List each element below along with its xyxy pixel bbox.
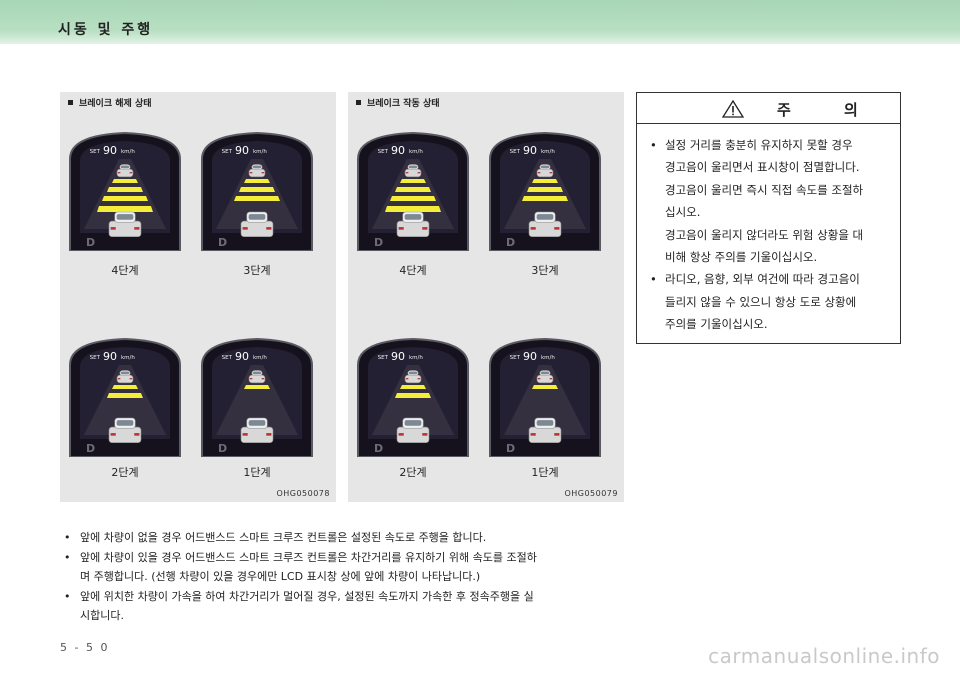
set-speed: 90: [103, 144, 117, 157]
set-speed: 90: [523, 350, 537, 363]
distance-bar: [395, 393, 431, 398]
section-title: 시동 및 주행: [58, 22, 154, 38]
gear-indicator: D: [218, 442, 227, 455]
stage-label: 3단계: [243, 264, 271, 277]
gear-indicator: D: [218, 236, 227, 249]
distance-bar: [390, 196, 436, 201]
distance-bar: [239, 187, 275, 192]
distance-bar: [400, 385, 426, 389]
set-speed: 90: [103, 350, 117, 363]
notes-list: • 앞에 차량이 없을 경우 어드밴스드 스마트 크루즈 컨트롤은 설정된 속도로…: [60, 528, 625, 626]
distance-bar: [532, 179, 558, 183]
distance-bar: [385, 206, 441, 212]
bullet-icon: •: [64, 550, 71, 564]
gauge: SET 90 km/h D: [354, 129, 472, 251]
speed-unit: km/h: [121, 355, 135, 361]
gear-indicator: D: [86, 236, 95, 249]
distance-bar: [97, 206, 153, 212]
note-item: • 앞에 위치한 차량이 가속을 하여 차간거리가 멀어질 경우, 설정된 속도까…: [60, 587, 625, 626]
image-code: OHG050078: [276, 489, 330, 498]
speed-unit: km/h: [541, 149, 555, 155]
stage-label: 2단계: [399, 466, 427, 479]
page-number: 5 - 5 0: [60, 641, 110, 654]
gear-indicator: D: [506, 442, 515, 455]
stage-label: 2단계: [111, 466, 139, 479]
set-label: SET: [378, 355, 389, 361]
bullet-icon: •: [650, 272, 657, 287]
warning-triangle-icon: [722, 100, 744, 118]
distance-bar: [522, 196, 568, 201]
gear-indicator: D: [374, 442, 383, 455]
set-label: SET: [222, 355, 233, 361]
panel-heading: 브레이크 작동 상태: [356, 96, 440, 109]
speed-unit: km/h: [121, 149, 135, 155]
speed-unit: km/h: [409, 149, 423, 155]
distance-bar: [102, 196, 148, 201]
distance-bar: [107, 393, 143, 398]
caution-title: 주 의: [777, 101, 882, 119]
set-label: SET: [378, 149, 389, 155]
square-bullet-icon: [356, 100, 361, 105]
header-bar: 시동 및 주행: [0, 0, 960, 44]
set-speed: 90: [523, 144, 537, 157]
gauge: SET 90 km/h D: [486, 129, 604, 251]
gauge: SET 90 km/h D: [486, 335, 604, 457]
speed-unit: km/h: [409, 355, 423, 361]
bullet-icon: •: [650, 138, 657, 152]
distance-bar: [112, 385, 138, 389]
bullet-icon: •: [64, 531, 71, 544]
set-label: SET: [510, 355, 521, 361]
note-item: • 앞에 차량이 없을 경우 어드밴스드 스마트 크루즈 컨트롤은 설정된 속도로…: [60, 528, 625, 548]
speed-unit: km/h: [253, 149, 267, 155]
gear-indicator: D: [86, 442, 95, 455]
panel-brake-applied: 브레이크 작동 상태 SET 90 km/h D SET 90 km/h D 4단계 3단계…: [348, 92, 624, 502]
distance-bar: [395, 187, 431, 192]
image-code: OHG050079: [564, 489, 618, 498]
set-label: SET: [222, 149, 233, 155]
stage-label: 1단계: [243, 466, 271, 479]
caution-item: • 설정 거리를 충분히 유지하지 못할 경우 경고음이 울리면서 표시창이 점…: [645, 134, 890, 268]
set-label: SET: [90, 149, 101, 155]
panel-heading: 브레이크 해제 상태: [68, 96, 152, 109]
stage-label: 4단계: [399, 264, 427, 277]
caution-box: 주 의 • 설정 거리를 충분히 유지하지 못할 경우 경고음이 울리면서 표시…: [636, 92, 901, 344]
caution-header: 주 의: [637, 93, 900, 124]
bullet-icon: •: [64, 589, 71, 603]
gear-indicator: D: [374, 236, 383, 249]
gauge: SET 90 km/h D: [354, 335, 472, 457]
distance-bar: [527, 187, 563, 192]
gauge: SET 90 km/h D: [66, 129, 184, 251]
watermark: carmanualsonline.info: [708, 644, 940, 668]
square-bullet-icon: [68, 100, 73, 105]
set-speed: 90: [391, 350, 405, 363]
set-label: SET: [90, 355, 101, 361]
set-speed: 90: [235, 350, 249, 363]
speed-unit: km/h: [253, 355, 267, 361]
distance-bar: [107, 187, 143, 192]
gauge: SET 90 km/h D: [66, 335, 184, 457]
distance-bar: [532, 385, 558, 389]
note-item: • 앞에 차량이 있을 경우 어드밴스드 스마트 크루즈 컨트롤은 차간거리를 유…: [60, 548, 625, 587]
panel-brake-released: 브레이크 해제 상태 SET 90 km/h D SET 90 km/h D 4단계 3단계…: [60, 92, 336, 502]
distance-bar: [244, 385, 270, 389]
set-label: SET: [510, 149, 521, 155]
speed-unit: km/h: [541, 355, 555, 361]
set-speed: 90: [235, 144, 249, 157]
distance-bar: [244, 179, 270, 183]
caution-item: • 라디오, 음향, 외부 여건에 따라 경고음이 들리지 않을 수 있으니 항…: [645, 268, 890, 335]
set-speed: 90: [391, 144, 405, 157]
distance-bar: [234, 196, 280, 201]
gauge: SET 90 km/h D: [198, 335, 316, 457]
gear-indicator: D: [506, 236, 515, 249]
caution-list: • 설정 거리를 충분히 유지하지 못할 경우 경고음이 울리면서 표시창이 점…: [637, 124, 900, 336]
stage-label: 4단계: [111, 264, 139, 277]
gauge: SET 90 km/h D: [198, 129, 316, 251]
stage-label: 3단계: [531, 264, 559, 277]
distance-bar: [112, 179, 138, 183]
distance-bar: [400, 179, 426, 183]
stage-label: 1단계: [531, 466, 559, 479]
